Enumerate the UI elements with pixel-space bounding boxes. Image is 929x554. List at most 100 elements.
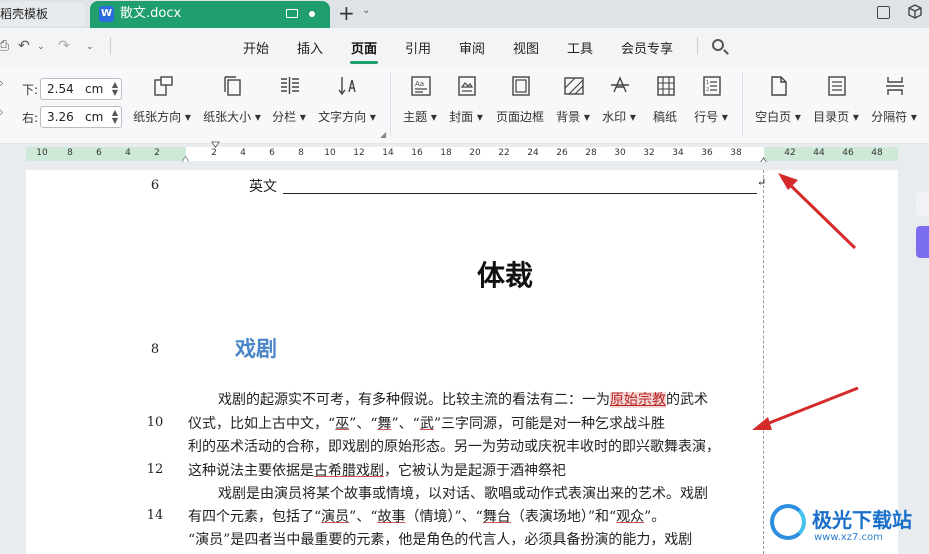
menu-references[interactable]: 引用 xyxy=(405,38,431,57)
tab-document[interactable]: W 散文.docx xyxy=(90,1,330,28)
more-chevron-icon[interactable]: ⌄ xyxy=(86,42,94,52)
svg-text:2: 2 xyxy=(706,87,709,93)
margin-bottom-unit: cm xyxy=(85,82,104,96)
paragraph-line: 利的巫术活动的合称，即戏剧的原始形态。另一为劳动或庆祝丰收时的即兴歌舞表演， xyxy=(188,439,720,455)
ruler-tick: 2 xyxy=(154,148,160,158)
ruler-tick: 8 xyxy=(298,148,304,158)
side-panel-tab[interactable] xyxy=(916,192,929,216)
hyperlink[interactable]: 原始宗教 xyxy=(610,392,666,408)
undo-icon[interactable]: ↶ xyxy=(18,38,30,54)
menu-home[interactable]: 开始 xyxy=(243,38,269,57)
ruler-tick: 48 xyxy=(871,148,883,158)
watermark-label: 水印 xyxy=(602,110,627,124)
line-number: 8 xyxy=(150,342,160,357)
toc-page-button[interactable]: 目录页 ▾ xyxy=(811,74,861,125)
page-size-label: 纸张大小 xyxy=(203,110,252,124)
hyperlink[interactable]: 巫 xyxy=(335,416,349,432)
page-size-button[interactable]: 纸张大小 ▾ xyxy=(203,74,261,125)
page-orientation-button[interactable]: 纸张方向 ▾ xyxy=(133,74,191,125)
cube-icon[interactable] xyxy=(907,4,923,20)
text-direction-button[interactable]: 文字方向 ▾ xyxy=(318,74,376,125)
hyperlink[interactable]: 观众 xyxy=(616,509,644,525)
menu-review[interactable]: 审阅 xyxy=(459,38,485,57)
ruler-tick: 22 xyxy=(498,148,510,158)
separator-icon xyxy=(883,74,905,98)
page-size-icon xyxy=(221,74,243,98)
window-restore-icon[interactable] xyxy=(877,6,890,19)
hyperlink[interactable]: 故事 xyxy=(378,509,406,525)
menu-view[interactable]: 视图 xyxy=(513,38,539,57)
paragraph-line: 这种说法主要依据是古希腊戏剧，它被认为是起源于酒神祭祀 xyxy=(188,463,566,479)
ruler-tick: 14 xyxy=(382,148,394,158)
hyperlink[interactable]: 古希腊戏剧 xyxy=(314,463,384,479)
paragraph-line: “演员”是四者当中最重要的元素，他是角色的代言人，必须具备扮演的能力，戏剧 xyxy=(188,532,693,548)
print-icon[interactable]: ⎙ xyxy=(0,38,9,54)
line-number-label: 行号 xyxy=(694,110,719,124)
menu-insert[interactable]: 插入 xyxy=(297,38,323,57)
ruler-tick: 6 xyxy=(269,148,275,158)
spinner-icon[interactable]: ▲ ▼ xyxy=(112,81,118,97)
dialog-launcher-icon[interactable]: ◢ xyxy=(380,130,386,139)
ribbon-page: ⬦ 下: 2.54 cm ▲▼ ⬦ 右: 3.26 cm ▲▼ 纸张方向 ▾ 纸… xyxy=(0,66,929,144)
section-heading: 戏剧 xyxy=(235,337,277,361)
ruler-tick: 18 xyxy=(440,148,452,158)
hyperlink[interactable]: 武 xyxy=(420,416,434,432)
cover-label: 封面 xyxy=(449,110,474,124)
spin-icon[interactable]: ⬦ xyxy=(0,78,3,89)
margin-bottom-input[interactable]: 2.54 cm ▲ ▼ xyxy=(40,78,122,100)
ruler-tick: 26 xyxy=(556,148,568,158)
monitor-icon[interactable] xyxy=(286,9,298,18)
ruler-tick: 38 xyxy=(730,148,742,158)
manuscript-button[interactable]: 稿纸 xyxy=(648,74,682,125)
field-underline xyxy=(283,193,757,194)
background-label: 背景 xyxy=(556,110,581,124)
paragraph-line: 戏剧是由演员将某个故事或情境，以对话、歌唱或动作式表演出来的艺术。戏剧 xyxy=(218,486,708,502)
field-label: 英文 xyxy=(249,179,277,195)
margin-bottom-value: 2.54 xyxy=(47,82,74,96)
page-border-button[interactable]: 页面边框 xyxy=(494,74,546,125)
spin-icon[interactable]: ⬦ xyxy=(0,107,3,118)
watermark-button[interactable]: 水印 ▾ xyxy=(600,74,638,125)
menu-tools[interactable]: 工具 xyxy=(567,38,593,57)
hyperlink[interactable]: 演员 xyxy=(321,509,349,525)
hyperlink[interactable]: 舞 xyxy=(378,416,392,432)
side-assistant-tab[interactable] xyxy=(916,226,929,258)
tab-template[interactable]: 稻壳模板 xyxy=(0,2,86,26)
page-border-label: 页面边框 xyxy=(495,110,544,124)
text-direction-icon xyxy=(336,74,358,98)
toc-page-icon xyxy=(825,74,847,98)
first-line-indent-marker-icon[interactable] xyxy=(211,141,220,150)
undo-dropdown-icon[interactable]: ⌄ xyxy=(37,42,45,52)
redo-icon[interactable]: ↷ xyxy=(58,38,70,54)
ruler-tick: 30 xyxy=(614,148,626,158)
line-number-button[interactable]: 12 行号 ▾ xyxy=(692,74,730,125)
ruler-tick: 12 xyxy=(353,148,365,158)
theme-button[interactable]: Aa 主题 ▾ xyxy=(402,74,438,125)
ruler-tick: 20 xyxy=(469,148,481,158)
watermark-icon xyxy=(608,74,630,98)
separator-button[interactable]: 分隔符 ▾ xyxy=(868,74,920,125)
columns-button[interactable]: 分栏 ▾ xyxy=(272,74,306,125)
line-number: 6 xyxy=(150,178,160,193)
menu-page[interactable]: 页面 xyxy=(351,38,377,57)
end-mark: ↵ xyxy=(757,176,767,189)
text-direction-label: 文字方向 xyxy=(318,110,367,124)
ruler-tick: 36 xyxy=(701,148,713,158)
hyperlink[interactable]: 舞台 xyxy=(483,509,511,525)
ruler-tick: 6 xyxy=(96,148,102,158)
cover-button[interactable]: 封面 ▾ xyxy=(448,74,484,125)
margin-right-input[interactable]: 3.26 cm ▲ ▼ xyxy=(40,106,122,128)
spinner-icon[interactable]: ▲ ▼ xyxy=(112,109,118,125)
paragraph-line: 仪式，比如上古中文，“巫”、“舞”、“武”三字同源，可能是对一种乞求战斗胜 xyxy=(188,416,665,432)
menu-member[interactable]: 会员专享 xyxy=(621,38,673,57)
watermark-url: www.xz7.com xyxy=(814,532,883,543)
line-number: 10 xyxy=(146,415,164,430)
svg-text:1: 1 xyxy=(706,80,709,86)
background-button[interactable]: 背景 ▾ xyxy=(554,74,592,125)
line-number-icon: 12 xyxy=(700,74,722,98)
divider xyxy=(110,37,111,55)
chevron-down-icon[interactable]: ⌄ xyxy=(362,5,370,16)
new-tab-plus-icon[interactable]: + xyxy=(338,2,355,24)
blank-page-button[interactable]: 空白页 ▾ xyxy=(753,74,803,125)
search-icon[interactable] xyxy=(712,39,724,51)
